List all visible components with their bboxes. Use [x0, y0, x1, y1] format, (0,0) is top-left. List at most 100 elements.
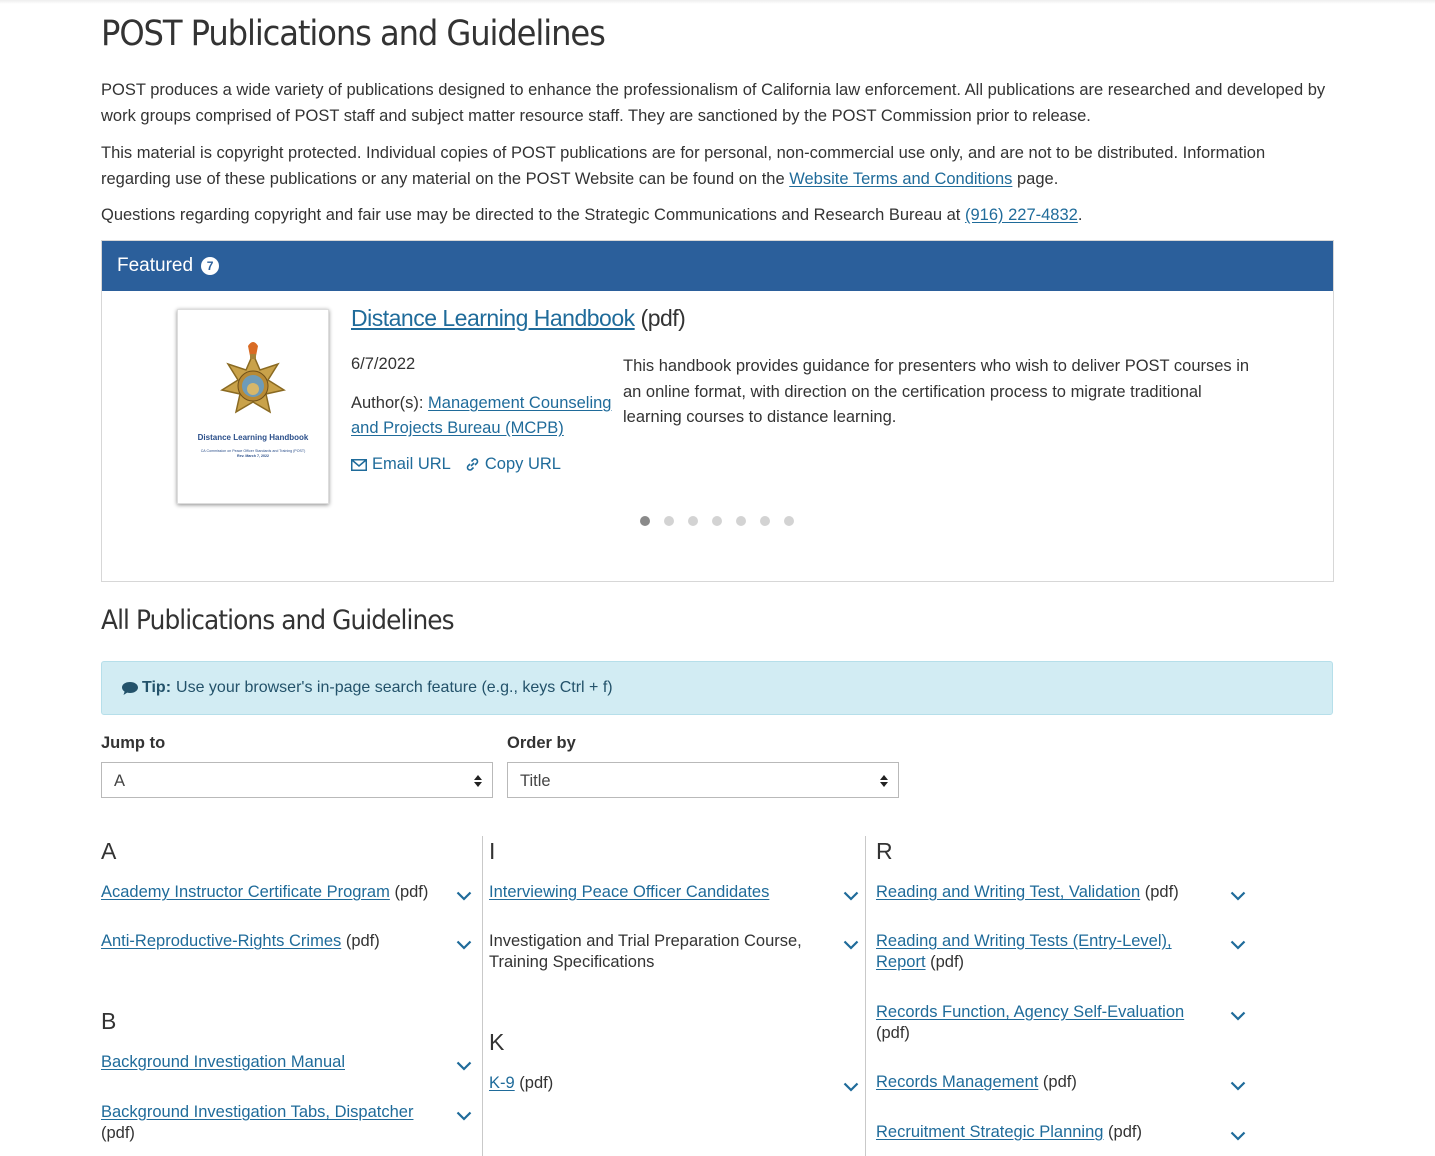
publication-format: (pdf) — [925, 953, 965, 971]
letter-heading-a: A — [101, 838, 117, 864]
comment-icon — [122, 681, 138, 695]
publication-item: Academy Instructor Certificate Program (… — [101, 882, 441, 903]
page-title: POST Publications and Guidelines — [101, 14, 606, 54]
select-arrows-icon — [880, 775, 888, 787]
featured-panel: Featured 7 Distance Learning Handbook CA… — [101, 240, 1334, 582]
letter-heading-b: B — [101, 1008, 117, 1034]
publication-format: (pdf) — [101, 1124, 135, 1142]
publication-link[interactable]: Records Function, Agency Self-Evaluation — [876, 1003, 1184, 1021]
chevron-down-icon[interactable] — [456, 1061, 472, 1071]
tip-alert: Tip: Use your browser's in-page search f… — [101, 661, 1333, 715]
publication-format: (pdf) — [1140, 883, 1179, 901]
jump-to-select[interactable]: A — [101, 762, 493, 798]
copy-url-label: Copy URL — [484, 455, 561, 473]
publication-link[interactable]: Background Investigation Tabs, Dispatche… — [101, 1103, 413, 1121]
email-url-button[interactable]: Email URL — [351, 455, 451, 474]
intro-paragraph-2: This material is copyright protected. In… — [101, 141, 1333, 192]
featured-date: 6/7/2022 — [351, 355, 416, 373]
intro-paragraph-3: Questions regarding copyright and fair u… — [101, 203, 1333, 229]
intro-paragraph-1: POST produces a wide variety of publicat… — [101, 81, 1326, 125]
publication-link[interactable]: Background Investigation Manual — [101, 1053, 345, 1071]
publication-link[interactable]: Recruitment Strategic Planning — [876, 1123, 1103, 1141]
intro-2-text: This material is copyright protected. In… — [101, 144, 1266, 188]
publication-format: (pdf) — [341, 932, 380, 950]
order-by-label: Order by — [507, 734, 576, 752]
carousel-dot-2[interactable] — [664, 516, 674, 526]
carousel-dot-4[interactable] — [712, 516, 722, 526]
featured-header: Featured 7 — [102, 241, 1333, 291]
publication-item: K-9 (pdf) — [489, 1073, 829, 1094]
chevron-down-icon[interactable] — [843, 1082, 859, 1092]
chevron-down-icon[interactable] — [1230, 1081, 1246, 1091]
carousel-dot-6[interactable] — [760, 516, 770, 526]
publication-item: Investigation and Trial Preparation Cour… — [489, 931, 819, 973]
carousel-dot-7[interactable] — [784, 516, 794, 526]
intro-3-text: Questions regarding copyright and fair u… — [101, 206, 965, 224]
author-label: Author(s): — [351, 394, 429, 412]
featured-title-link[interactable]: Distance Learning Handbook — [351, 305, 635, 331]
phone-link[interactable]: (916) 227-4832 — [965, 206, 1078, 224]
publication-title: Investigation and Trial Preparation Cour… — [489, 932, 802, 971]
publication-item: Records Management (pdf) — [876, 1072, 1216, 1093]
carousel-indicators — [640, 516, 794, 526]
intro-3-tail: . — [1077, 206, 1083, 224]
chevron-down-icon[interactable] — [456, 940, 472, 950]
publication-link[interactable]: Reading and Writing Test, Validation — [876, 883, 1140, 901]
publication-link[interactable]: Records Management — [876, 1073, 1038, 1091]
select-arrows-icon — [474, 775, 482, 787]
publication-link[interactable]: K-9 — [489, 1074, 515, 1092]
publication-item: Reading and Writing Test, Validation (pd… — [876, 882, 1216, 903]
column-divider — [482, 836, 483, 1156]
publication-cover-thumbnail[interactable]: Distance Learning Handbook CA Commission… — [177, 309, 329, 504]
featured-heading: Featured — [117, 255, 194, 276]
publication-item: Anti-Reproductive-Rights Crimes (pdf) — [101, 931, 441, 952]
cover-title: Distance Learning Handbook — [197, 433, 309, 442]
chevron-down-icon[interactable] — [1230, 940, 1246, 950]
cover-revision: Rev. March 7, 2022 — [237, 454, 269, 458]
chevron-down-icon[interactable] — [1230, 1011, 1246, 1021]
link-icon — [466, 458, 479, 471]
letter-heading-r: R — [876, 838, 893, 864]
carousel-dot-3[interactable] — [688, 516, 698, 526]
featured-actions: Email URL Copy URL — [351, 455, 561, 474]
post-badge-icon — [220, 342, 286, 414]
publication-item: Recruitment Strategic Planning (pdf) — [876, 1122, 1216, 1143]
publication-link[interactable]: Academy Instructor Certificate Program — [101, 883, 390, 901]
featured-count-badge: 7 — [201, 257, 220, 275]
chevron-down-icon[interactable] — [456, 1111, 472, 1121]
tip-text: Use your browser's in-page search featur… — [176, 679, 613, 696]
top-shadow — [0, 0, 1435, 4]
chevron-down-icon[interactable] — [456, 891, 472, 901]
publication-item: Reading and Writing Tests (Entry-Level),… — [876, 931, 1181, 973]
jump-to-label: Jump to — [101, 734, 166, 752]
publication-item: Background Investigation Manual — [101, 1052, 441, 1073]
publication-link[interactable]: Interviewing Peace Officer Candidates — [489, 883, 769, 901]
order-by-select[interactable]: Title — [507, 762, 899, 798]
publication-format: (pdf) — [1103, 1123, 1142, 1141]
publication-format: (pdf) — [876, 1024, 910, 1042]
publication-item: Records Function, Agency Self-Evaluation… — [876, 1002, 1186, 1044]
publication-link[interactable]: Reading and Writing Tests (Entry-Level),… — [876, 932, 1172, 971]
carousel-dot-1[interactable] — [640, 516, 650, 526]
email-url-label: Email URL — [372, 455, 451, 473]
publication-format: (pdf) — [389, 883, 429, 901]
chevron-down-icon[interactable] — [843, 940, 859, 950]
publication-item: Background Investigation Tabs, Dispatche… — [101, 1102, 441, 1144]
chevron-down-icon[interactable] — [843, 891, 859, 901]
copy-url-button[interactable]: Copy URL — [465, 455, 561, 474]
order-by-value: Title — [520, 772, 551, 790]
featured-description: This handbook provides guidance for pres… — [623, 357, 1250, 426]
publication-link[interactable]: Anti-Reproductive-Rights Crimes — [101, 932, 341, 950]
terms-link[interactable]: Website Terms and Conditions — [789, 170, 1012, 188]
carousel-dot-5[interactable] — [736, 516, 746, 526]
featured-title-suffix: (pdf) — [634, 305, 686, 331]
chevron-down-icon[interactable] — [1230, 891, 1246, 901]
tip-label: Tip: — [142, 679, 172, 696]
column-divider — [865, 836, 866, 1156]
featured-title: Distance Learning Handbook (pdf) — [351, 305, 686, 332]
publication-format: (pdf) — [1038, 1073, 1077, 1091]
letter-heading-k: K — [489, 1029, 505, 1055]
publication-format: (pdf) — [514, 1074, 554, 1092]
featured-author: Author(s): Management Counseling and Pro… — [351, 391, 616, 441]
chevron-down-icon[interactable] — [1230, 1131, 1246, 1141]
